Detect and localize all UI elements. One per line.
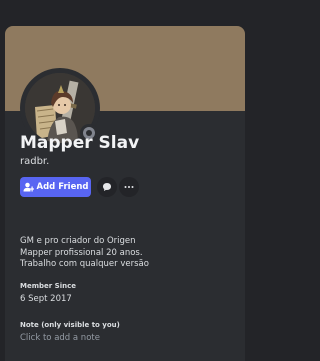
more-options-button[interactable] bbox=[119, 177, 139, 197]
member-since-date: 6 Sept 2017 bbox=[20, 294, 72, 304]
bio-line: Mapper profissional 20 anos. bbox=[20, 247, 143, 258]
add-friend-button[interactable]: Add Friend bbox=[20, 177, 91, 197]
bio-line: Trabalho com qualquer versão bbox=[20, 259, 149, 269]
more-options-icon bbox=[124, 186, 134, 188]
display-name: Mapper Slav bbox=[20, 133, 140, 153]
add-friend-label: Add Friend bbox=[36, 182, 89, 192]
member-since-heading: Member Since bbox=[20, 282, 76, 290]
about-me-bio: GM e pro criador do Origen Mapper profis… bbox=[20, 236, 220, 271]
add-friend-icon bbox=[23, 182, 34, 192]
bio-line: GM e pro criador do Origen bbox=[20, 236, 136, 246]
note-input[interactable]: Click to add a note bbox=[20, 333, 230, 343]
chat-bubble-icon bbox=[103, 183, 111, 191]
note-heading: Note (only visible to you) bbox=[20, 321, 120, 329]
message-button[interactable] bbox=[97, 177, 117, 197]
username[interactable]: radbr. bbox=[20, 156, 49, 167]
